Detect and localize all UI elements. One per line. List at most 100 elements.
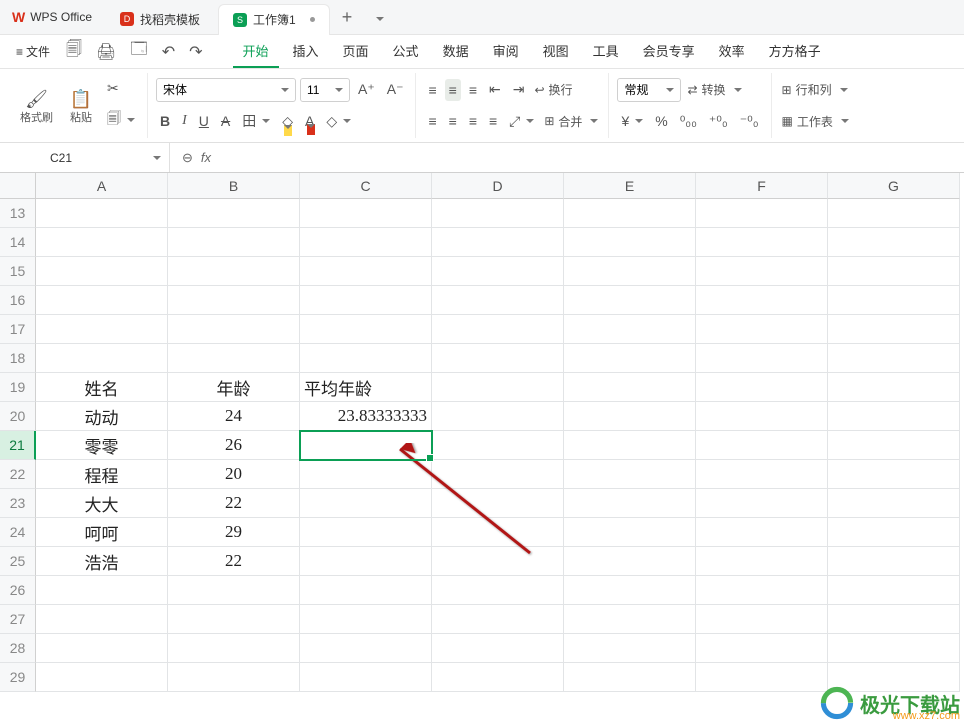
cell[interactable] (564, 663, 696, 692)
column-header[interactable]: E (564, 173, 696, 199)
row-header[interactable]: 14 (0, 228, 36, 257)
cell[interactable] (432, 663, 564, 692)
row-header[interactable]: 24 (0, 518, 36, 547)
currency-button[interactable]: ¥ (617, 110, 647, 132)
column-header[interactable]: B (168, 173, 300, 199)
cell[interactable] (300, 547, 432, 576)
cell[interactable] (564, 199, 696, 228)
row-col-button[interactable]: ⊞行和列 (780, 78, 851, 101)
cell[interactable] (564, 402, 696, 431)
row-header[interactable]: 21 (0, 431, 36, 460)
menu-fanggezi[interactable]: 方方格子 (759, 35, 831, 68)
font-size-select[interactable]: 11 (300, 78, 350, 102)
cell[interactable] (828, 547, 960, 576)
cell[interactable] (828, 431, 960, 460)
cell[interactable] (300, 489, 432, 518)
cell[interactable]: 平均年龄 (300, 373, 432, 402)
cell[interactable]: 动动 (36, 402, 168, 431)
cell[interactable] (36, 576, 168, 605)
row-header[interactable]: 22 (0, 460, 36, 489)
align-justify-button[interactable]: ≡ (485, 110, 501, 132)
font-color-button[interactable]: A (301, 110, 318, 132)
cell[interactable] (696, 634, 828, 663)
align-bottom-button[interactable]: ≡ (465, 79, 481, 101)
cell[interactable] (168, 634, 300, 663)
cell[interactable] (432, 489, 564, 518)
cell[interactable]: 大大 (36, 489, 168, 518)
cell[interactable] (564, 373, 696, 402)
comma-button[interactable]: ⁰₀₀ (676, 110, 701, 133)
cell[interactable] (564, 460, 696, 489)
cell[interactable]: 26 (168, 431, 300, 460)
row-header[interactable]: 16 (0, 286, 36, 315)
qat-preview-icon[interactable]: 🗔 (124, 34, 153, 69)
cell[interactable] (432, 286, 564, 315)
cell[interactable] (168, 344, 300, 373)
cell[interactable] (300, 431, 432, 460)
align-top-button[interactable]: ≡ (424, 79, 440, 101)
row-header[interactable]: 19 (0, 373, 36, 402)
qat-redo-icon[interactable]: ↷ (183, 38, 208, 66)
cell[interactable] (300, 634, 432, 663)
bold-button[interactable]: B (156, 110, 174, 132)
cell[interactable] (828, 489, 960, 518)
cell[interactable] (300, 228, 432, 257)
cell[interactable] (36, 315, 168, 344)
cell[interactable] (36, 344, 168, 373)
formula-bar[interactable]: ⊖ fx (170, 150, 223, 166)
cell[interactable]: 程程 (36, 460, 168, 489)
cell[interactable]: 29 (168, 518, 300, 547)
qat-new-icon[interactable]: 🗐 (60, 34, 88, 69)
menu-page[interactable]: 页面 (333, 35, 379, 68)
cell[interactable] (36, 663, 168, 692)
cell[interactable] (696, 489, 828, 518)
fill-color-button[interactable]: ◇ (278, 110, 297, 133)
cell[interactable] (432, 576, 564, 605)
cell[interactable] (564, 286, 696, 315)
row-header[interactable]: 29 (0, 663, 36, 692)
cell[interactable] (432, 344, 564, 373)
cell[interactable] (300, 315, 432, 344)
fx-icon[interactable]: fx (201, 150, 211, 165)
cell[interactable] (432, 257, 564, 286)
menu-insert[interactable]: 插入 (283, 35, 329, 68)
cell[interactable] (300, 344, 432, 373)
cell[interactable] (696, 576, 828, 605)
convert-button[interactable]: ⇄转换 (685, 78, 743, 101)
tab-templates[interactable]: D 找稻壳模板 (106, 4, 214, 35)
row-header[interactable]: 13 (0, 199, 36, 228)
worksheet-button[interactable]: ▦工作表 (780, 110, 851, 133)
cell[interactable] (696, 605, 828, 634)
align-center-button[interactable]: ≡ (445, 110, 461, 132)
cell[interactable] (828, 286, 960, 315)
cell[interactable]: 呵呵 (36, 518, 168, 547)
hamburger-menu[interactable]: ≡文件 (8, 39, 58, 64)
cell[interactable] (300, 257, 432, 286)
cell[interactable] (696, 257, 828, 286)
cell[interactable] (828, 634, 960, 663)
cell[interactable] (300, 199, 432, 228)
row-header[interactable]: 25 (0, 547, 36, 576)
paste-button[interactable]: 📋粘贴 (61, 75, 101, 136)
row-header[interactable]: 18 (0, 344, 36, 373)
name-box[interactable]: C21 (0, 143, 170, 172)
tab-menu-button[interactable] (362, 7, 394, 28)
add-tab-button[interactable]: + (332, 7, 363, 28)
cell[interactable] (36, 605, 168, 634)
decrease-decimal-button[interactable]: ⁻⁰₀ (736, 110, 763, 133)
tab-workbook[interactable]: S 工作簿1 (218, 4, 330, 35)
percent-button[interactable]: % (651, 110, 671, 132)
cell[interactable] (36, 286, 168, 315)
cell[interactable] (564, 344, 696, 373)
menu-data[interactable]: 数据 (433, 35, 479, 68)
cell[interactable] (564, 518, 696, 547)
cell[interactable] (432, 547, 564, 576)
cell[interactable] (828, 257, 960, 286)
cell[interactable] (696, 228, 828, 257)
column-header[interactable]: C (300, 173, 432, 199)
cell[interactable] (564, 489, 696, 518)
align-middle-button[interactable]: ≡ (445, 79, 461, 101)
row-header[interactable]: 17 (0, 315, 36, 344)
cell[interactable] (168, 576, 300, 605)
format-painter-button[interactable]: 🖌格式刷 (14, 75, 59, 136)
